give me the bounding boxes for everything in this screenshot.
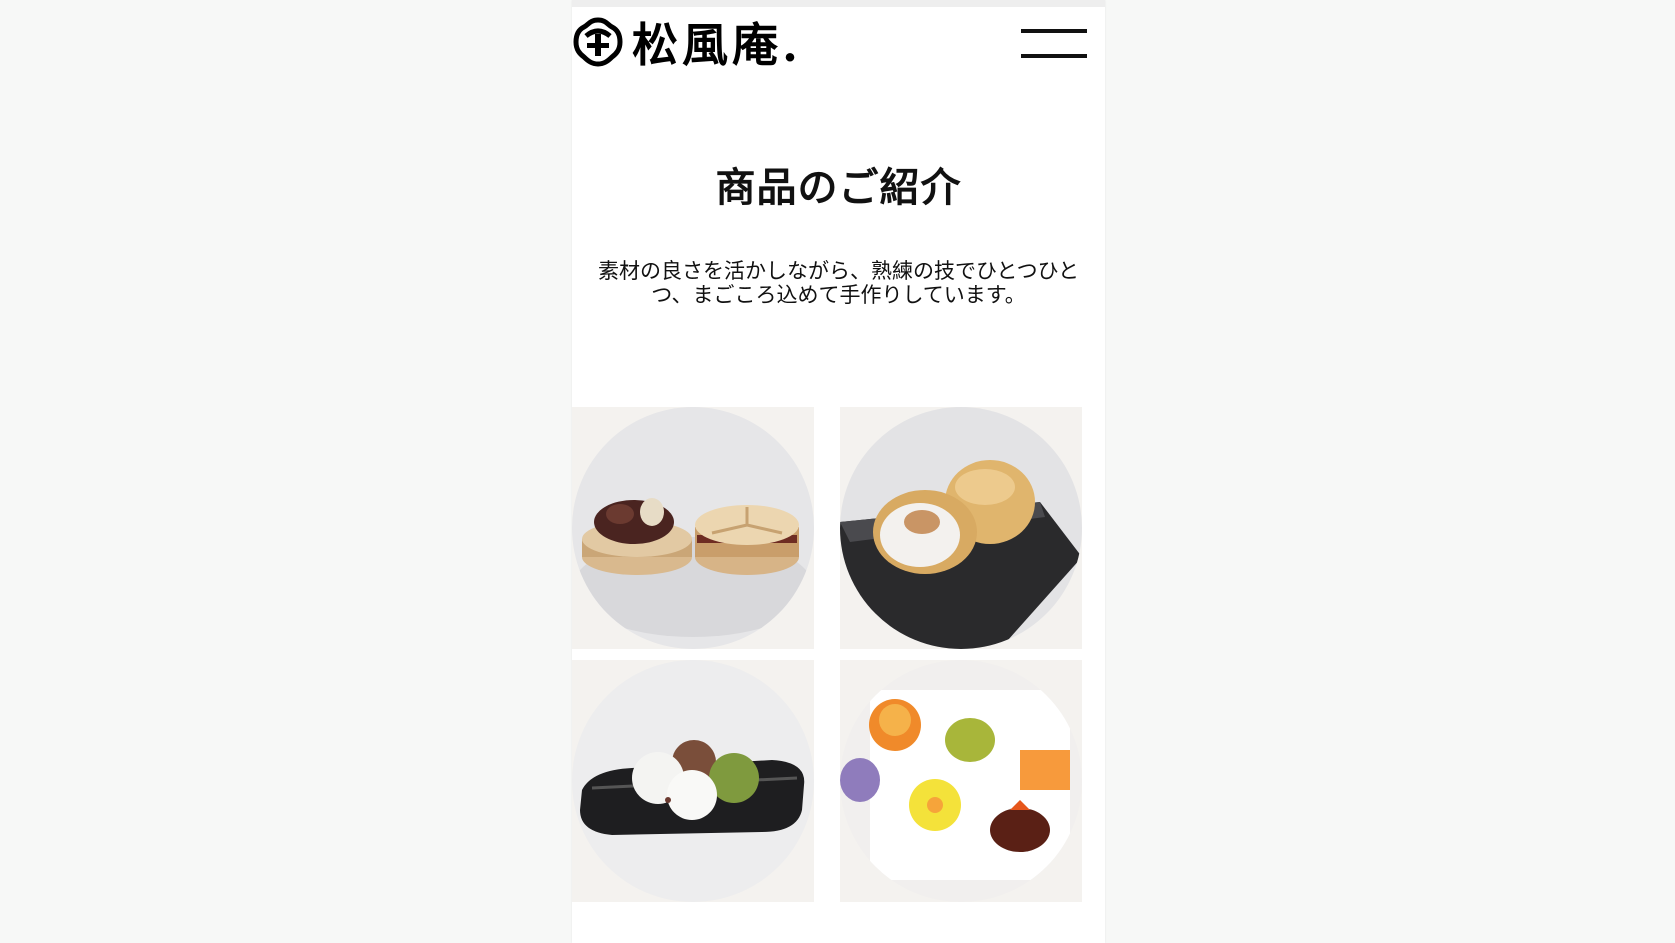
site-logo[interactable]: 松風庵. <box>572 12 812 72</box>
mobile-page: 松風庵. 商品のご紹介 素材の良さを活かしながら、熟練の技でひとつひとつ、まごこ… <box>572 0 1105 943</box>
page-title: 商品のご紹介 <box>715 164 962 211</box>
hamburger-menu-icon[interactable] <box>1021 29 1087 59</box>
intro-text: 素材の良さを活かしながら、熟練の技でひとつひとつ、まごころ込めて手作りしています… <box>598 259 1079 307</box>
monaka-product-image <box>572 407 814 649</box>
product-tile-monaka[interactable] <box>572 407 814 649</box>
product-tile-manju[interactable] <box>840 407 1082 649</box>
manju-product-image <box>840 407 1082 649</box>
daifuku-product-image <box>572 660 814 902</box>
top-strip <box>572 0 1105 7</box>
product-tile-daifuku[interactable] <box>572 660 814 902</box>
namagashi-product-image <box>840 660 1082 902</box>
logo-wordmark: 松風庵. <box>632 18 803 72</box>
crest-icon <box>573 17 623 67</box>
product-tile-namagashi[interactable] <box>840 660 1082 902</box>
